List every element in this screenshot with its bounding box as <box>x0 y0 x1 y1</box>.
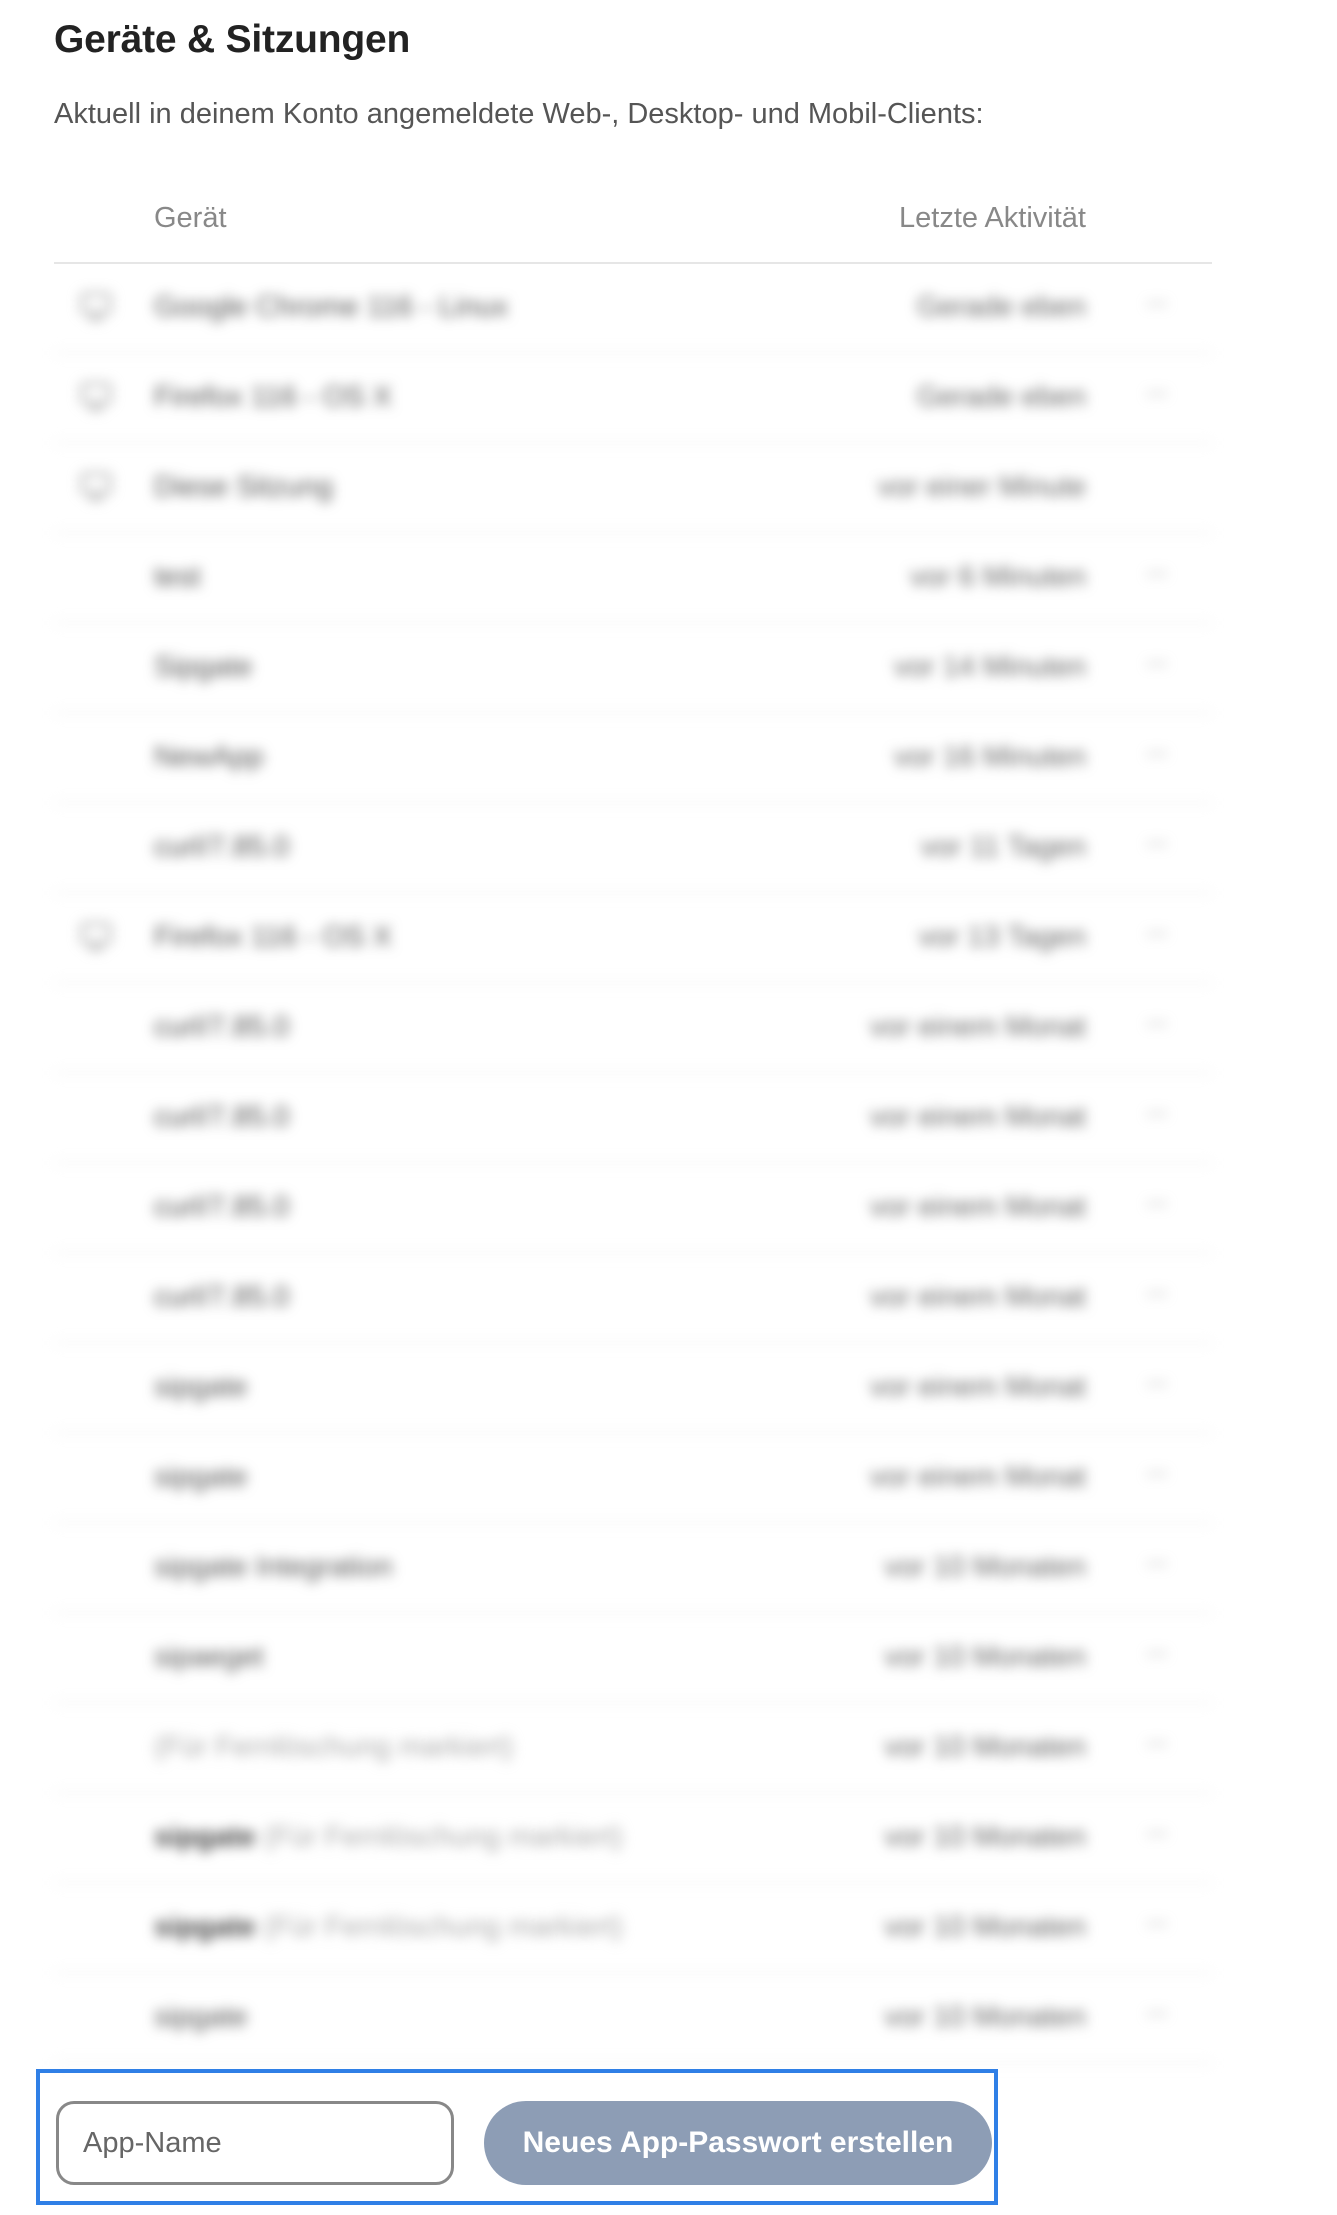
monitor-icon <box>80 382 112 412</box>
more-actions-icon[interactable]: ··· <box>1145 1726 1169 1760</box>
table-row: (Für Fernlöschung markiert) vor 10 Monate… <box>54 1704 1212 1794</box>
table-row: NewApp vor 16 Minuten ··· <box>54 714 1212 804</box>
session-name: test <box>154 561 201 593</box>
session-last-activity: vor einem Monat <box>870 1281 1086 1313</box>
table-row: test vor 6 Minuten ··· <box>54 534 1212 624</box>
session-last-activity: vor 10 Monaten <box>884 1821 1086 1853</box>
create-app-password-button[interactable]: Neues App-Passwort erstellen <box>484 2101 992 2185</box>
session-name: sipgate <box>154 1371 248 1403</box>
session-name: (Für Fernlöschung markiert) <box>154 1731 513 1764</box>
session-app-name: sipgate <box>154 1911 256 1943</box>
header-last-activity: Letzte Aktivität <box>899 202 1086 234</box>
more-actions-icon[interactable]: ··· <box>1145 1816 1169 1850</box>
session-name: NewApp <box>154 741 264 773</box>
section-description: Aktuell in deinem Konto angemeldete Web-… <box>54 98 984 130</box>
more-actions-icon[interactable]: ··· <box>1145 1186 1169 1220</box>
session-last-activity: vor einem Monat <box>870 1191 1086 1223</box>
table-row: Firefox 116 - OS X Gerade eben ··· <box>54 354 1212 444</box>
table-row: curl/7.85.0 vor einem Monat ··· <box>54 984 1212 1074</box>
more-actions-icon[interactable]: ··· <box>1145 1096 1169 1130</box>
table-row: curl/7.85.0 vor einem Monat ··· <box>54 1254 1212 1344</box>
more-actions-icon[interactable]: ··· <box>1145 916 1169 950</box>
table-row: sipgate vor einem Monat ··· <box>54 1344 1212 1434</box>
monitor-icon <box>80 292 112 322</box>
session-name: sipgate <box>154 2001 248 2033</box>
more-actions-icon[interactable]: ··· <box>1145 1996 1169 2030</box>
session-last-activity: vor einer Minute <box>878 471 1086 503</box>
more-actions-icon[interactable]: ··· <box>1145 1456 1169 1490</box>
session-last-activity: vor 6 Minuten <box>910 561 1086 593</box>
table-row: Google Chrome 116 - Linux Gerade eben ··· <box>54 264 1212 354</box>
table-row: sipgate vor einem Monat ··· <box>54 1434 1212 1524</box>
more-actions-icon[interactable]: ··· <box>1145 1006 1169 1040</box>
session-app-name: sipgate <box>154 1821 256 1853</box>
monitor-icon <box>80 922 112 952</box>
more-actions-icon[interactable]: ··· <box>1145 1906 1169 1940</box>
more-actions-icon[interactable]: ··· <box>1145 646 1169 680</box>
table-row: sipgate vor 10 Monaten ··· <box>54 1974 1212 2064</box>
session-name: curl/7.85.0 <box>154 1191 290 1223</box>
session-last-activity: vor 10 Monaten <box>884 1731 1086 1763</box>
session-last-activity: vor einem Monat <box>870 1371 1086 1403</box>
table-row: sipgate (Für Fernlöschung markiert) vor 1… <box>54 1884 1212 1974</box>
table-row: sipaeget vor 10 Monaten ··· <box>54 1614 1212 1704</box>
app-name-input[interactable] <box>56 2101 454 2185</box>
session-last-activity: vor einem Monat <box>870 1101 1086 1133</box>
table-row: sipgate Integration vor 10 Monaten ··· <box>54 1524 1212 1614</box>
more-actions-icon[interactable]: ··· <box>1145 1546 1169 1580</box>
session-name: sipaeget <box>154 1641 264 1673</box>
session-name: sipgate (Für Fernlöschung markiert) <box>154 1821 623 1854</box>
session-name: curl/7.85.0 <box>154 1011 290 1043</box>
session-name: Diese Sitzung <box>154 471 333 503</box>
session-name: Firefox 116 - OS X <box>154 921 392 953</box>
session-name: curl/7.85.0 <box>154 1101 290 1133</box>
wipe-note: (Für Fernlöschung markiert) <box>263 1821 623 1853</box>
session-last-activity: vor 11 Tagen <box>921 831 1086 863</box>
session-last-activity: vor 13 Tagen <box>918 921 1086 953</box>
table-row: Sipgate vor 14 Minuten ··· <box>54 624 1212 714</box>
more-actions-icon[interactable]: ··· <box>1145 736 1169 770</box>
header-device: Gerät <box>154 202 227 234</box>
more-actions-icon[interactable]: ··· <box>1145 556 1169 590</box>
table-row: Firefox 116 - OS X vor 13 Tagen ··· <box>54 894 1212 984</box>
session-name: Sipgate <box>154 651 253 683</box>
sessions-list: Google Chrome 116 - Linux Gerade eben ··· F… <box>54 264 1212 2064</box>
table-row: Diese Sitzung vor einer Minute <box>54 444 1212 534</box>
session-last-activity: vor einem Monat <box>870 1461 1086 1493</box>
section-title: Geräte & Sitzungen <box>54 18 411 61</box>
session-name: sipgate Integration <box>154 1551 393 1583</box>
table-header: Gerät Letzte Aktivität <box>54 190 1212 264</box>
session-name: curl/7.85.0 <box>154 1281 290 1313</box>
session-last-activity: vor 10 Monaten <box>884 2001 1086 2033</box>
more-actions-icon[interactable]: ··· <box>1145 1276 1169 1310</box>
table-row: curl/7.85.0 vor einem Monat ··· <box>54 1164 1212 1254</box>
session-last-activity: Gerade eben <box>916 291 1086 323</box>
session-last-activity: vor 14 Minuten <box>894 651 1086 683</box>
table-row: sipgate (Für Fernlöschung markiert) vor 1… <box>54 1794 1212 1884</box>
devices-sessions-page: Geräte & Sitzungen Aktuell in deinem Kon… <box>0 0 1337 2215</box>
session-last-activity: vor 10 Monaten <box>884 1641 1086 1673</box>
wipe-note: (Für Fernlöschung markiert) <box>154 1731 514 1763</box>
session-name: curl/7.85.0 <box>154 831 290 863</box>
more-actions-icon[interactable]: ··· <box>1145 286 1169 320</box>
session-last-activity: vor 16 Minuten <box>894 741 1086 773</box>
more-actions-icon[interactable]: ··· <box>1145 376 1169 410</box>
session-last-activity: vor einem Monat <box>870 1011 1086 1043</box>
sessions-table: Gerät Letzte Aktivität Google Chrome 116… <box>54 190 1212 2064</box>
more-actions-icon[interactable]: ··· <box>1145 1636 1169 1670</box>
session-name: sipgate (Für Fernlöschung markiert) <box>154 1911 623 1944</box>
wipe-note: (Für Fernlöschung markiert) <box>263 1911 623 1943</box>
app-password-form: Neues App-Passwort erstellen <box>36 2069 998 2205</box>
table-row: curl/7.85.0 vor einem Monat ··· <box>54 1074 1212 1164</box>
more-actions-icon[interactable]: ··· <box>1145 1366 1169 1400</box>
session-name: sipgate <box>154 1461 248 1493</box>
more-actions-icon[interactable]: ··· <box>1145 826 1169 860</box>
session-name: Google Chrome 116 - Linux <box>154 291 509 323</box>
monitor-icon <box>80 472 112 502</box>
session-last-activity: Gerade eben <box>916 381 1086 413</box>
session-name: Firefox 116 - OS X <box>154 381 392 413</box>
session-last-activity: vor 10 Monaten <box>884 1911 1086 1943</box>
session-last-activity: vor 10 Monaten <box>884 1551 1086 1583</box>
table-row: curl/7.85.0 vor 11 Tagen ··· <box>54 804 1212 894</box>
